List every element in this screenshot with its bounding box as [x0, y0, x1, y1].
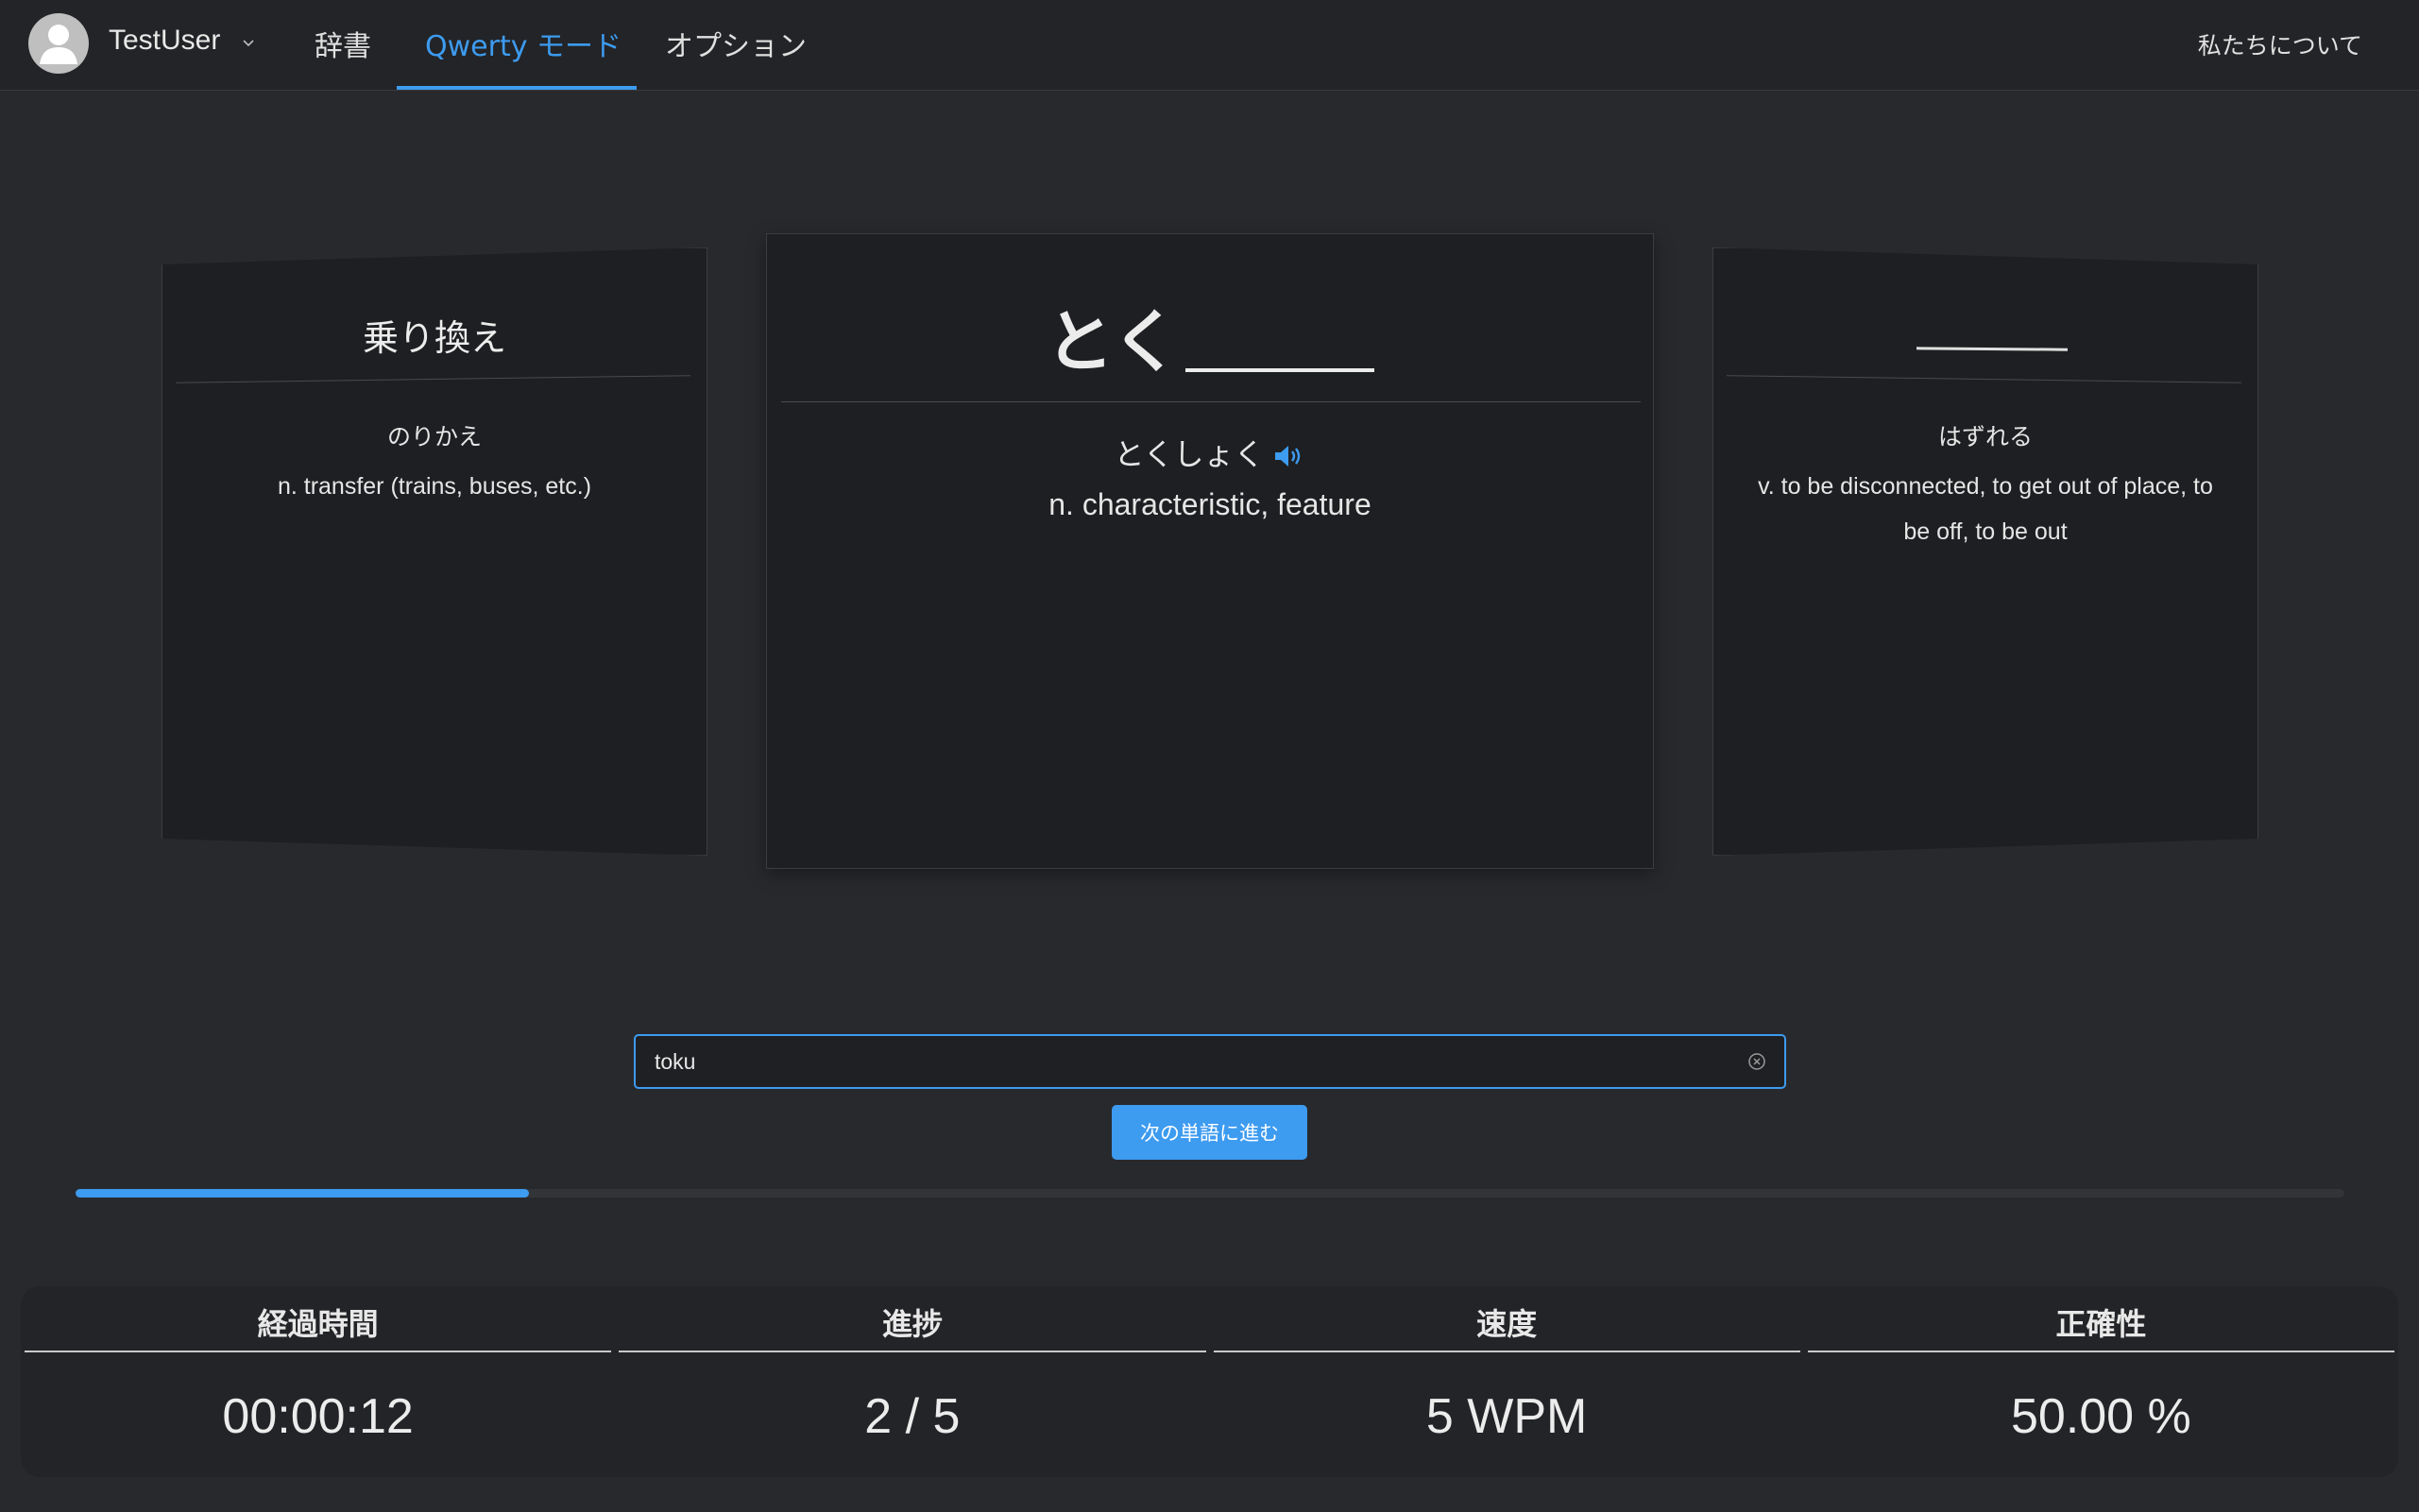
stat-progress: 進捗 2 / 5: [615, 1286, 1209, 1477]
card-reading: のりかえ: [386, 423, 482, 450]
answer-input-wrapper: [634, 1034, 1786, 1089]
card-reading: はずれる: [1937, 423, 2033, 450]
card-meaning: n. transfer (trains, buses, etc.): [277, 473, 592, 500]
blank-line: [1184, 363, 1374, 372]
nav-tab-qwerty-mode[interactable]: Qwerty モード: [425, 23, 622, 64]
next-word-card: はずれる v. to be disconnected, to get out o…: [1712, 247, 2258, 856]
chevron-down-icon[interactable]: [240, 34, 257, 51]
stat-label: 正確性: [2055, 1306, 2147, 1342]
nav-tab-options[interactable]: オプション: [665, 23, 807, 64]
stat-divider: [25, 1351, 612, 1352]
typed-text: とく: [1046, 302, 1180, 382]
stats-panel: 経過時間 00:00:12 進捗 2 / 5 速度 5 WPM 正確性 50.0…: [21, 1286, 2398, 1477]
card-divider: [781, 401, 1641, 402]
stat-label: 経過時間: [257, 1306, 379, 1342]
stat-elapsed-time: 経過時間 00:00:12: [21, 1286, 615, 1477]
previous-word-card: 乗り換え のりかえ n. transfer (trains, buses, et…: [162, 247, 707, 856]
stat-label: 進捗: [881, 1306, 943, 1342]
stat-divider: [1807, 1351, 2394, 1352]
nav-about-link[interactable]: 私たちについて: [2198, 27, 2362, 61]
card-reading: とくしょく: [1114, 436, 1265, 472]
user-avatar-icon[interactable]: [28, 13, 89, 74]
top-navigation-bar: TestUser 辞書 Qwerty モード オプション 私たちについて: [0, 0, 2419, 91]
current-word-card: とく とくしょく n. characteristic, feature: [766, 233, 1654, 869]
answer-input[interactable]: [655, 1036, 1722, 1087]
progress-bar: [76, 1189, 2344, 1198]
stat-value: 00:00:12: [222, 1389, 414, 1444]
card-word-typed: とく: [767, 286, 1653, 385]
stat-value: 2 / 5: [864, 1389, 961, 1444]
card-word: 乗り換え: [362, 317, 506, 359]
stat-speed: 速度 5 WPM: [1210, 1286, 1804, 1477]
clear-circle-icon[interactable]: [1746, 1051, 1767, 1072]
blank-line: [1916, 347, 2068, 350]
stat-value: 5 WPM: [1425, 1389, 1588, 1444]
nav-tab-dictionary[interactable]: 辞書: [315, 23, 371, 64]
card-reading-row: とくしょく: [767, 431, 1653, 474]
stat-value: 50.00 %: [2010, 1389, 2191, 1444]
active-tab-indicator: [397, 86, 637, 90]
stat-accuracy: 正確性 50.00 %: [1804, 1286, 2398, 1477]
stat-divider: [1213, 1351, 1800, 1352]
card-meaning: n. characteristic, feature: [1048, 487, 1371, 521]
stat-label: 速度: [1476, 1306, 1538, 1342]
next-word-button[interactable]: 次の単語に進む: [1112, 1105, 1307, 1160]
card-meaning: v. to be disconnected, to get out of pla…: [1758, 473, 2213, 545]
progress-bar-fill: [76, 1189, 530, 1198]
speaker-icon[interactable]: [1272, 442, 1306, 470]
username-label[interactable]: TestUser: [109, 25, 220, 57]
stat-divider: [619, 1351, 1206, 1352]
card-divider: [176, 375, 690, 383]
card-divider: [1727, 375, 2241, 383]
